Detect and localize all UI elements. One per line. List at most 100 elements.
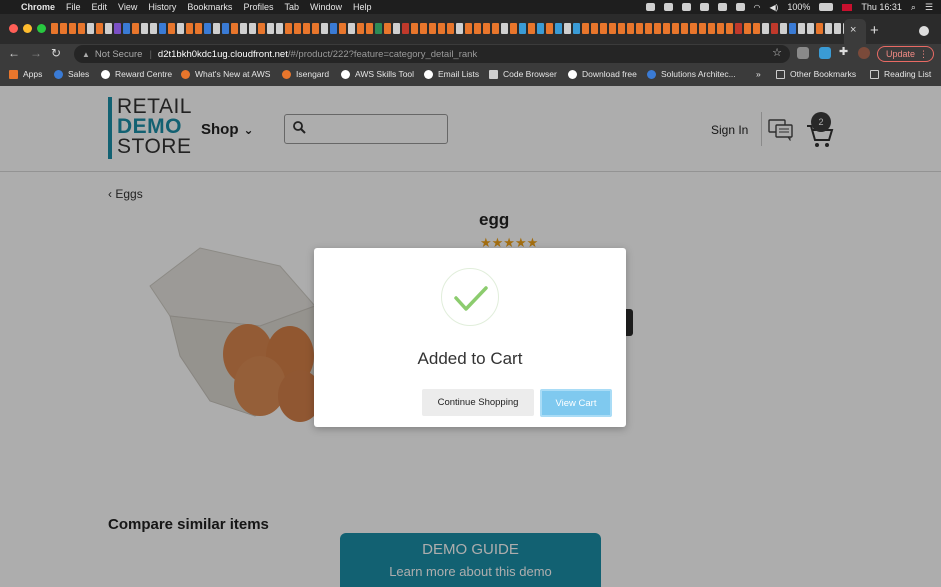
menu-view[interactable]: View: [118, 2, 137, 12]
pinned-tab-favicon[interactable]: [816, 23, 823, 34]
status-app-icon[interactable]: [735, 3, 745, 11]
pinned-tab-favicon[interactable]: [375, 23, 382, 34]
pinned-tab-favicon[interactable]: [744, 23, 751, 34]
profile-avatar[interactable]: [858, 47, 870, 59]
pinned-tab-favicon[interactable]: [510, 23, 517, 34]
menu-profiles[interactable]: Profiles: [243, 2, 273, 12]
url-host[interactable]: d2t1bkh0kdc1ug.cloudfront.net: [158, 49, 288, 60]
extension-icon[interactable]: [797, 47, 809, 59]
status-app-icon[interactable]: [717, 3, 727, 11]
status-app-icon[interactable]: [699, 3, 709, 11]
pinned-tab-favicon[interactable]: [636, 23, 643, 34]
input-source-flag-icon[interactable]: [842, 3, 853, 11]
tab-close-icon[interactable]: ×: [850, 24, 856, 36]
pinned-tab-favicon[interactable]: [294, 23, 301, 34]
pinned-tab-favicon[interactable]: [654, 23, 661, 34]
menu-bookmarks[interactable]: Bookmarks: [187, 2, 232, 12]
pinned-tab-favicon[interactable]: [393, 23, 400, 34]
pinned-tab-favicon[interactable]: [708, 23, 715, 34]
pinned-tab-favicon[interactable]: [528, 23, 535, 34]
pinned-tab-favicon[interactable]: [618, 23, 625, 34]
pinned-tab-favicon[interactable]: [753, 23, 760, 34]
pinned-tab-favicon[interactable]: [366, 23, 373, 34]
pinned-tab-favicon[interactable]: [501, 23, 508, 34]
bookmark-star-icon[interactable]: ☆: [772, 46, 782, 59]
menu-file[interactable]: File: [66, 2, 81, 12]
pinned-tab-favicon[interactable]: [87, 23, 94, 34]
control-center-icon[interactable]: ☰: [925, 2, 933, 13]
bookmark-reward-centre[interactable]: Reward Centre: [101, 69, 172, 79]
pinned-tab-favicon[interactable]: [330, 23, 337, 34]
pinned-tab-favicon[interactable]: [114, 23, 121, 34]
menu-edit[interactable]: Edit: [92, 2, 108, 12]
volume-icon[interactable]: ◀): [769, 3, 778, 12]
pinned-tab-favicon[interactable]: [384, 23, 391, 34]
pinned-tab-favicon[interactable]: [519, 23, 526, 34]
pinned-tab-favicon[interactable]: [96, 23, 103, 34]
pinned-tab-favicon[interactable]: [159, 23, 166, 34]
pinned-tab-favicon[interactable]: [312, 23, 319, 34]
bookmark-whats-new-aws[interactable]: What's New at AWS: [181, 69, 270, 79]
menu-tab[interactable]: Tab: [284, 2, 299, 12]
pinned-tab-favicon[interactable]: [186, 23, 193, 34]
pinned-tab-favicon[interactable]: [123, 23, 130, 34]
pinned-tab-favicon[interactable]: [600, 23, 607, 34]
pinned-tab-favicon[interactable]: [735, 23, 742, 34]
chrome-update-button[interactable]: Update ⋮: [877, 46, 934, 62]
continue-shopping-button[interactable]: Continue Shopping: [422, 389, 534, 416]
status-app-icon[interactable]: [663, 3, 673, 11]
bookmark-code-browser[interactable]: Code Browser: [489, 69, 557, 79]
pinned-tab-favicon[interactable]: [348, 23, 355, 34]
pinned-tab-favicon[interactable]: [582, 23, 589, 34]
pinned-tab-favicon[interactable]: [564, 23, 571, 34]
pinned-tab-favicon[interactable]: [357, 23, 364, 34]
pinned-tab-favicon[interactable]: [249, 23, 256, 34]
pinned-tab-favicon[interactable]: [762, 23, 769, 34]
pinned-tab-favicon[interactable]: [699, 23, 706, 34]
pinned-tab-favicon[interactable]: [303, 23, 310, 34]
pinned-tab-favicon[interactable]: [420, 23, 427, 34]
pinned-tab-favicon[interactable]: [789, 23, 796, 34]
pinned-tab-favicon[interactable]: [132, 23, 139, 34]
pinned-tab-favicon[interactable]: [690, 23, 697, 34]
pinned-tab-favicon[interactable]: [60, 23, 67, 34]
pinned-tab-favicon[interactable]: [195, 23, 202, 34]
pinned-tab-favicon[interactable]: [798, 23, 805, 34]
pinned-tab-favicon[interactable]: [177, 23, 184, 34]
pinned-tab-favicon[interactable]: [240, 23, 247, 34]
url-path[interactable]: /#/product/222?feature=category_detail_r…: [288, 49, 477, 60]
pinned-tab-favicon[interactable]: [726, 23, 733, 34]
pinned-tab-favicon[interactable]: [681, 23, 688, 34]
bookmark-other-bookmarks[interactable]: Other Bookmarks: [776, 69, 856, 79]
pinned-tab-favicon[interactable]: [105, 23, 112, 34]
bookmark-isengard[interactable]: Isengard: [282, 69, 329, 79]
bookmark-aws-skills-tool[interactable]: AWS Skills Tool: [341, 69, 414, 79]
pinned-tab-favicon[interactable]: [285, 23, 292, 34]
security-status[interactable]: Not Secure: [95, 49, 143, 60]
pinned-tab-favicon[interactable]: [78, 23, 85, 34]
pinned-tab-favicon[interactable]: [546, 23, 553, 34]
pinned-tab-favicon[interactable]: [771, 23, 778, 34]
window-minimize-button[interactable]: [23, 24, 32, 33]
pinned-tab-favicon[interactable]: [321, 23, 328, 34]
reload-icon[interactable]: ↻: [51, 46, 61, 60]
pinned-tab-favicon[interactable]: [411, 23, 418, 34]
pinned-tab-favicon[interactable]: [807, 23, 814, 34]
menu-history[interactable]: History: [148, 2, 176, 12]
pinned-tab-favicon[interactable]: [339, 23, 346, 34]
pinned-tab-favicon[interactable]: [231, 23, 238, 34]
pinned-tab-favicon[interactable]: [150, 23, 157, 34]
pinned-tab-favicon[interactable]: [609, 23, 616, 34]
reading-list-button[interactable]: Reading List: [870, 69, 931, 79]
tab-search-icon[interactable]: [919, 26, 929, 36]
pinned-tab-favicon[interactable]: [402, 23, 409, 34]
pinned-tab-favicon[interactable]: [258, 23, 265, 34]
pinned-tab-favicon[interactable]: [276, 23, 283, 34]
status-app-icon[interactable]: [681, 3, 691, 11]
pinned-tab-favicon[interactable]: [213, 23, 220, 34]
warning-triangle-icon[interactable]: ▲: [82, 50, 90, 59]
bookmark-sales[interactable]: Sales: [54, 69, 89, 79]
pinned-tab-favicon[interactable]: [267, 23, 274, 34]
pinned-tab-favicon[interactable]: [447, 23, 454, 34]
pinned-tab-favicon[interactable]: [780, 23, 787, 34]
